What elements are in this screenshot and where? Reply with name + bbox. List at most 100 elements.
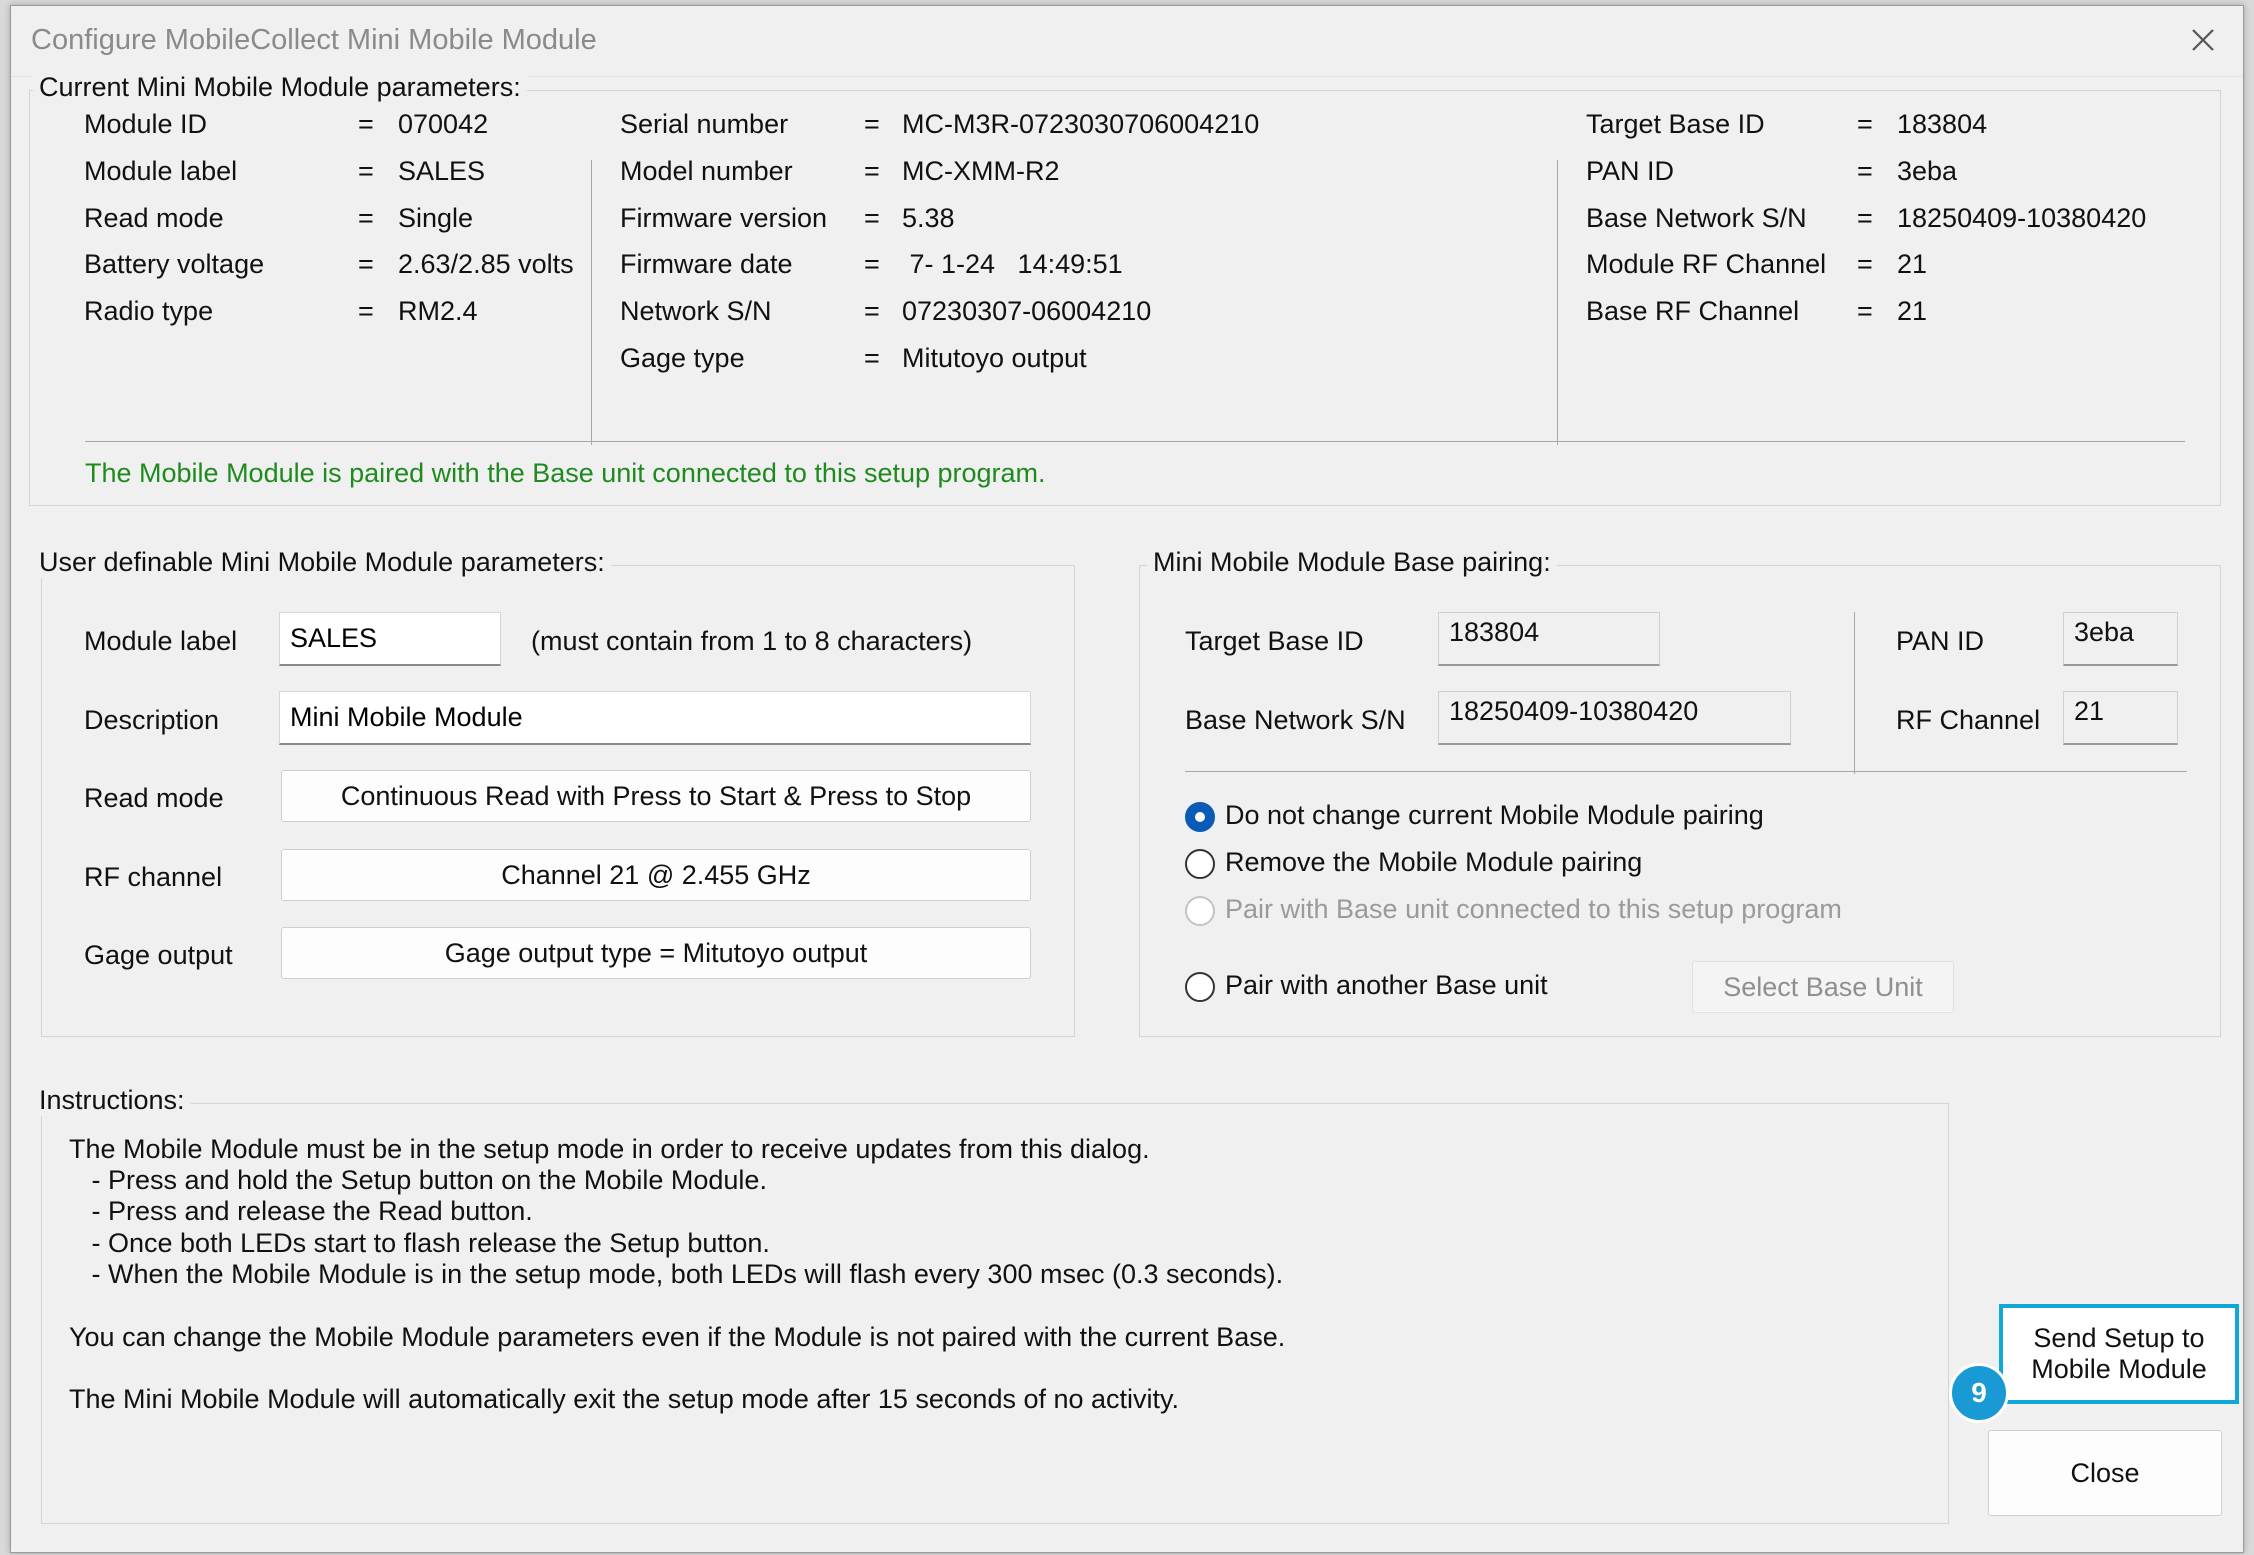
equals-sign: = [358, 203, 374, 233]
current-label: Base Network S/N [1586, 203, 1807, 233]
equals-sign: = [864, 343, 880, 373]
equals-sign: = [1857, 249, 1873, 279]
equals-sign: = [864, 109, 880, 139]
pan-id-field: 3eba [2063, 612, 2178, 666]
equals-sign: = [864, 296, 880, 326]
instruction-line: - Press and hold the Setup button on the… [69, 1165, 767, 1195]
rf-channel-pairing-label: RF Channel [1896, 705, 2041, 735]
current-parameters-title: Current Mini Mobile Module parameters: [33, 72, 527, 103]
instruction-line: The Mini Mobile Module will automaticall… [69, 1384, 1180, 1414]
current-value: 2.63/2.85 volts [398, 249, 574, 279]
current-value: 5.38 [902, 203, 955, 233]
instruction-line: - Press and release the Read button. [69, 1196, 533, 1226]
module-label-hint: (must contain from 1 to 8 characters) [531, 626, 973, 656]
pairing-column-divider [1854, 612, 1855, 774]
equals-sign: = [1857, 203, 1873, 233]
instruction-line: You can change the Mobile Module paramet… [69, 1322, 1286, 1352]
target-base-id-label: Target Base ID [1185, 626, 1364, 656]
current-value: 21 [1897, 249, 1928, 279]
gage-output-label: Gage output [84, 940, 233, 970]
current-value: RM2.4 [398, 296, 478, 326]
equals-sign: = [358, 156, 374, 186]
rf-channel-pairing-field: 21 [2063, 691, 2178, 745]
current-value: 18250409-10380420 [1897, 203, 2147, 233]
current-label: Base RF Channel [1586, 296, 1800, 326]
current-value: 183804 [1897, 109, 1988, 139]
current-label: Read mode [84, 203, 224, 233]
instructions-title: Instructions: [33, 1085, 191, 1116]
instruction-line: The Mobile Module must be in the setup m… [69, 1134, 1150, 1164]
current-label: Battery voltage [84, 249, 265, 279]
configure-dialog: Configure MobileCollect Mini Mobile Modu… [10, 5, 2244, 1553]
equals-sign: = [1857, 156, 1873, 186]
current-label: Module label [84, 156, 238, 186]
radio-pair-connected-base-label: Pair with Base unit connected to this se… [1225, 894, 1842, 924]
send-setup-label-line2: Mobile Module [2031, 1354, 2207, 1384]
radio-pair-another-base-label[interactable]: Pair with another Base unit [1225, 970, 1548, 1001]
module-label-label: Module label [84, 626, 238, 656]
close-button[interactable]: Close [1988, 1430, 2222, 1516]
equals-sign: = [358, 296, 374, 326]
close-icon[interactable] [2181, 18, 2225, 62]
instruction-line: - Once both LEDs start to flash release … [69, 1228, 770, 1258]
radio-keep-pairing-label[interactable]: Do not change current Mobile Module pair… [1225, 800, 1764, 831]
send-setup-button[interactable]: Send Setup to Mobile Module [1999, 1304, 2239, 1404]
current-label: Target Base ID [1586, 109, 1765, 139]
equals-sign: = [1857, 296, 1873, 326]
base-network-sn-label: Base Network S/N [1185, 705, 1406, 735]
instruction-line: - When the Mobile Module is in the setup… [69, 1259, 1284, 1289]
base-network-sn-field: 18250409-10380420 [1438, 691, 1791, 745]
current-label: Firmware date [620, 249, 793, 279]
current-value: MC-M3R-0723030706004210 [902, 109, 1260, 139]
current-value: 21 [1897, 296, 1928, 326]
pairing-divider [1185, 771, 2187, 772]
equals-sign: = [864, 156, 880, 186]
current-label: Radio type [84, 296, 214, 326]
current-label: Model number [620, 156, 793, 186]
title-bar: Configure MobileCollect Mini Mobile Modu… [11, 6, 2243, 77]
current-value: 3eba [1897, 156, 1958, 186]
current-label: PAN ID [1586, 156, 1675, 186]
step-number-badge: 9 [1949, 1363, 2009, 1423]
equals-sign: = [864, 249, 880, 279]
status-divider [85, 441, 2185, 442]
current-value: SALES [398, 156, 486, 186]
base-pairing-title: Mini Mobile Module Base pairing: [1147, 547, 1557, 578]
read-mode-label: Read mode [84, 783, 224, 813]
radio-keep-pairing[interactable] [1185, 802, 1215, 832]
equals-sign: = [358, 249, 374, 279]
current-value: 07230307-06004210 [902, 296, 1152, 326]
radio-pair-another-base[interactable] [1185, 972, 1215, 1002]
current-label: Firmware version [620, 203, 828, 233]
current-value: MC-XMM-R2 [902, 156, 1060, 186]
current-label: Module RF Channel [1586, 249, 1827, 279]
current-label: Serial number [620, 109, 789, 139]
current-value: Mitutoyo output [902, 343, 1087, 373]
radio-pair-connected-base [1185, 896, 1215, 926]
pan-id-label: PAN ID [1896, 626, 1985, 656]
rf-channel-button[interactable]: Channel 21 @ 2.455 GHz [281, 849, 1031, 901]
read-mode-button[interactable]: Continuous Read with Press to Start & Pr… [281, 770, 1031, 822]
gage-output-button[interactable]: Gage output type = Mitutoyo output [281, 927, 1031, 979]
column-divider [591, 160, 592, 445]
module-label-input[interactable] [279, 612, 501, 666]
current-label: Module ID [84, 109, 208, 139]
equals-sign: = [864, 203, 880, 233]
window-title: Configure MobileCollect Mini Mobile Modu… [31, 24, 597, 56]
current-value: Single [398, 203, 474, 233]
radio-remove-pairing[interactable] [1185, 849, 1215, 879]
target-base-id-field: 183804 [1438, 612, 1660, 666]
equals-sign: = [358, 109, 374, 139]
rf-channel-label: RF channel [84, 862, 223, 892]
equals-sign: = [1857, 109, 1873, 139]
radio-remove-pairing-label[interactable]: Remove the Mobile Module pairing [1225, 847, 1642, 878]
send-setup-label-line1: Send Setup to [2033, 1323, 2205, 1353]
pairing-status-message: The Mobile Module is paired with the Bas… [85, 458, 1046, 488]
current-label: Network S/N [620, 296, 772, 326]
description-input[interactable] [279, 691, 1031, 745]
current-value: 7- 1-24 14:49:51 [902, 249, 1123, 279]
current-label: Gage type [620, 343, 745, 373]
description-label: Description [84, 705, 220, 735]
select-base-unit-button: Select Base Unit [1692, 961, 1954, 1013]
column-divider [1557, 160, 1558, 445]
